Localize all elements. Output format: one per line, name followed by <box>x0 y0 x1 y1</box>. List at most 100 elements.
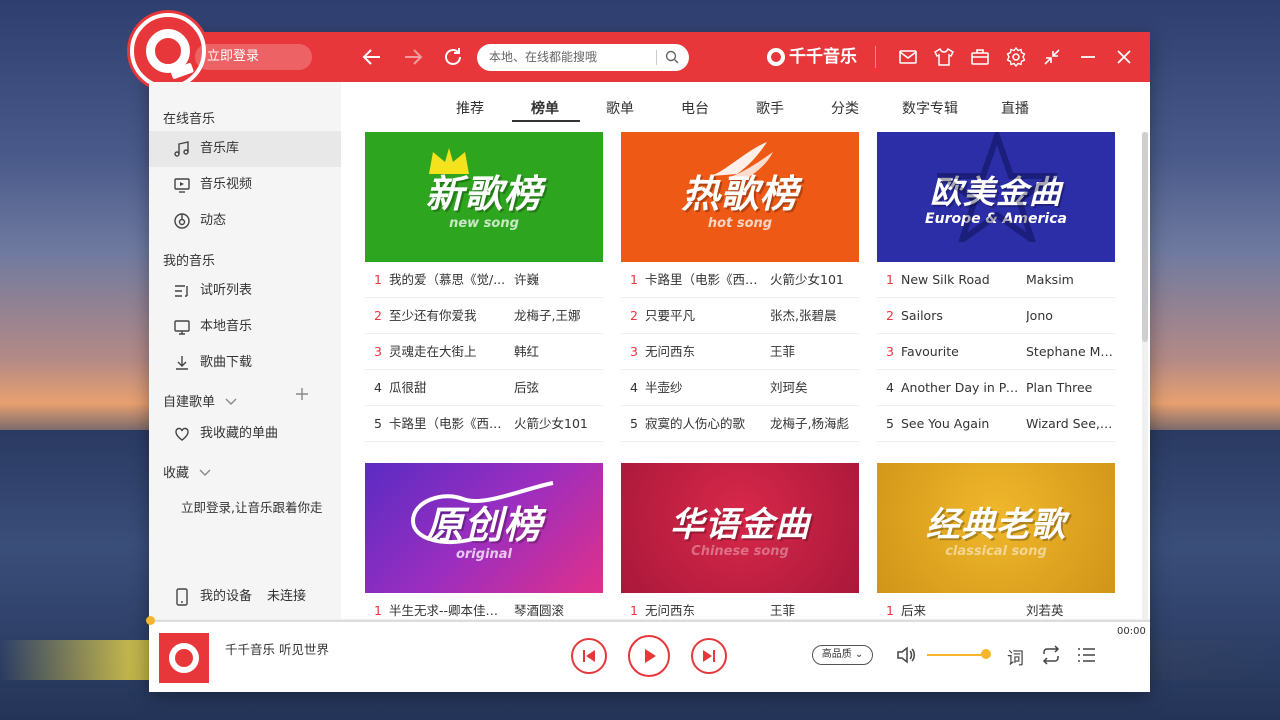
quality-select[interactable]: 高品质 ⌄ <box>812 645 873 665</box>
tab-live[interactable]: 直播 <box>1001 98 1029 118</box>
tab-radio[interactable]: 电台 <box>681 98 709 118</box>
section-playlists[interactable]: 自建歌单 <box>163 391 237 410</box>
table-row[interactable]: 2 至少还有你爱我 龙梅子,王娜 <box>365 298 603 334</box>
playlist-menu-icon[interactable] <box>1075 644 1097 666</box>
mail-icon[interactable] <box>897 46 919 68</box>
close-icon[interactable] <box>1113 46 1135 68</box>
table-row[interactable]: 4 瓜很甜 后弦 <box>365 370 603 406</box>
sidebar-item-label: 动态 <box>200 213 227 228</box>
chart-cover-chinese-song[interactable]: 华语金曲 Chinese song <box>621 463 859 593</box>
gear-icon[interactable] <box>1005 46 1027 68</box>
skin-shirt-icon[interactable] <box>933 46 955 68</box>
song-title: See You Again <box>901 416 990 431</box>
login-button[interactable]: 立即登录 <box>195 44 312 70</box>
rank: 2 <box>886 308 894 323</box>
sidebar-item-activity[interactable]: 动态 <box>149 203 341 239</box>
table-row[interactable]: 1 半生无求--卿本佳人... 琴酒圆滚 <box>365 593 603 619</box>
chart-cover-europe-america[interactable]: 欧美金曲 Europe & America <box>877 132 1115 262</box>
tab-charts[interactable]: 榜单 <box>531 98 559 118</box>
now-playing-cover[interactable] <box>159 633 209 683</box>
table-row[interactable]: 3 灵魂走在大街上 韩红 <box>365 334 603 370</box>
sidebar-item-local-music[interactable]: 本地音乐 <box>149 309 341 345</box>
volume-icon[interactable] <box>895 644 917 666</box>
login-hint-link[interactable]: 立即登录,让音乐跟着你走 <box>181 497 322 516</box>
table-row[interactable]: 4 Another Day in Par... Plan Three <box>877 370 1115 406</box>
chart-card-chinese-song: 华语金曲 Chinese song 1 无问西东 王菲 <box>621 463 859 619</box>
tab-singers[interactable]: 歌手 <box>756 98 784 118</box>
rank: 1 <box>886 603 894 618</box>
table-row[interactable]: 1 无问西东 王菲 <box>621 593 859 619</box>
volume-slider[interactable] <box>927 654 985 656</box>
song-title: 后来 <box>901 603 927 618</box>
table-row[interactable]: 3 无问西东 王菲 <box>621 334 859 370</box>
table-row[interactable]: 1 New Silk Road Maksim <box>877 262 1115 298</box>
sidebar-item-label: 音乐视频 <box>200 177 253 192</box>
song-title: Another Day in Par... <box>901 380 1021 395</box>
prev-icon <box>583 650 595 662</box>
app-logo-icon[interactable] <box>130 13 206 89</box>
chevron-down-icon[interactable] <box>199 467 211 480</box>
sidebar-item-label: 我收藏的单曲 <box>200 426 279 441</box>
table-row[interactable]: 2 只要平凡 张杰,张碧晨 <box>621 298 859 334</box>
chart-cover-original[interactable]: 原创榜 original <box>365 463 603 593</box>
back-arrow-icon[interactable] <box>360 45 384 69</box>
sidebar-item-music-library[interactable]: 音乐库 <box>149 131 341 167</box>
chevron-down-icon[interactable] <box>225 396 237 409</box>
table-row[interactable]: 2 Sailors Jono <box>877 298 1115 334</box>
section-my-music: 我的音乐 <box>163 254 216 269</box>
table-row[interactable]: 5 寂寞的人伤心的歌 龙梅子,杨海彪 <box>621 406 859 442</box>
mini-mode-icon[interactable] <box>1041 46 1063 68</box>
sidebar-item-trial-list[interactable]: 试听列表 <box>149 273 341 309</box>
content-scrollbar[interactable] <box>1142 132 1148 620</box>
sidebar-item-downloads[interactable]: 歌曲下载 <box>149 345 341 381</box>
artist-name: 许巍 <box>514 272 540 287</box>
table-row[interactable]: 1 我的爱（慕思《觉/... 许巍 <box>365 262 603 298</box>
refresh-icon[interactable] <box>441 45 465 69</box>
toolbox-icon[interactable] <box>969 46 991 68</box>
tab-playlists[interactable]: 歌单 <box>606 98 634 118</box>
table-row[interactable]: 1 卡路里（电影《西虹... 火箭少女101 <box>621 262 859 298</box>
rank: 3 <box>886 344 894 359</box>
song-title: 半生无求--卿本佳人... <box>389 603 509 618</box>
lyrics-button[interactable]: 词 <box>1007 644 1024 669</box>
sidebar-item-my-device[interactable]: 我的设备 未连接 <box>149 579 341 615</box>
progress-slider[interactable] <box>146 616 1150 625</box>
chart-cover-new-song[interactable]: 新歌榜 new song <box>365 132 603 262</box>
chart-cover-hot-song[interactable]: 热歌榜 hot song <box>621 132 859 262</box>
rank: 4 <box>374 380 382 395</box>
table-row[interactable]: 5 卡路里（电影《西虹... 火箭少女101 <box>365 406 603 442</box>
forward-arrow-icon[interactable] <box>401 45 425 69</box>
artist-name: 张杰,张碧晨 <box>770 308 837 323</box>
minimize-icon[interactable] <box>1077 46 1099 68</box>
active-tab-underline <box>512 120 580 122</box>
rank: 5 <box>374 416 382 431</box>
search-icon[interactable] <box>665 50 679 64</box>
star-icon <box>937 132 1057 242</box>
table-row[interactable]: 1 后来 刘若英 <box>877 593 1115 619</box>
table-row[interactable]: 4 半壶纱 刘珂矣 <box>621 370 859 406</box>
rank: 3 <box>630 344 638 359</box>
artist-name: 火箭少女101 <box>514 416 588 431</box>
search-input[interactable]: 本地、在线都能搜哦 <box>477 44 689 71</box>
tab-digital-album[interactable]: 数字专辑 <box>902 98 958 118</box>
sidebar-item-music-video[interactable]: 音乐视频 <box>149 167 341 203</box>
player-bar: 00:00 千千音乐 听见世界 高品质 ⌄ 词 <box>146 616 1150 692</box>
section-favorites[interactable]: 收藏 <box>163 462 211 481</box>
table-row[interactable]: 3 Favourite Stephane Mo... <box>877 334 1115 370</box>
tab-category[interactable]: 分类 <box>831 98 859 118</box>
repeat-icon[interactable] <box>1040 644 1062 666</box>
scrollbar-thumb[interactable] <box>1142 132 1148 342</box>
play-button[interactable] <box>628 635 670 677</box>
artist-name: Plan Three <box>1026 380 1093 395</box>
volume-handle[interactable] <box>981 649 991 659</box>
chart-cover-classical-song[interactable]: 经典老歌 classical song <box>877 463 1115 593</box>
next-button[interactable] <box>691 638 727 674</box>
table-row[interactable]: 5 See You Again Wizard See,C... <box>877 406 1115 442</box>
sidebar-item-favorite-songs[interactable]: 我收藏的单曲 <box>149 416 341 452</box>
rank: 1 <box>630 603 638 618</box>
tab-recommend[interactable]: 推荐 <box>456 98 484 118</box>
prev-button[interactable] <box>571 638 607 674</box>
progress-handle[interactable] <box>146 616 155 625</box>
add-playlist-icon[interactable] <box>295 385 309 406</box>
rank: 4 <box>886 380 894 395</box>
